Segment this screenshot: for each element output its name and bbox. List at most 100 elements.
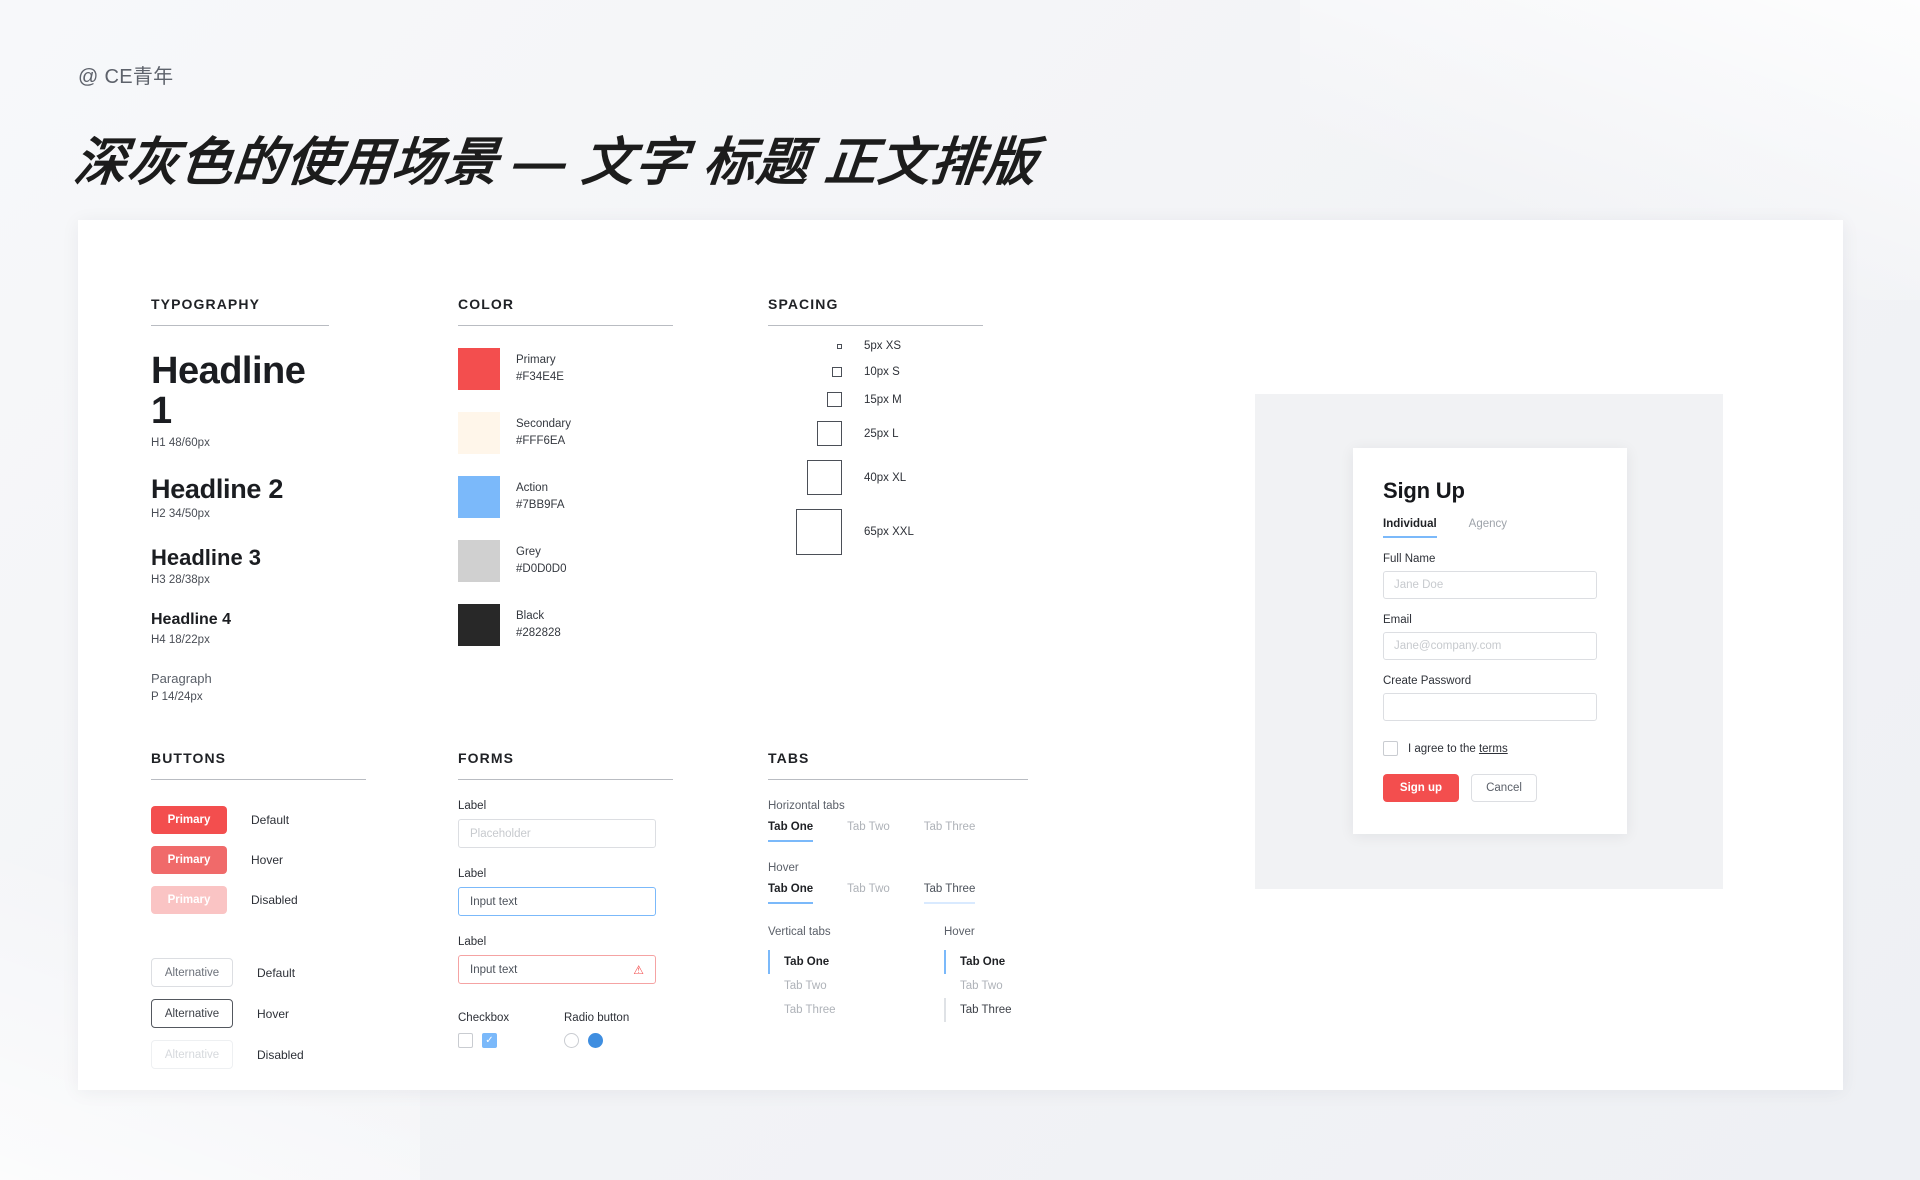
vtab-two-hover-group[interactable]: Tab Two xyxy=(944,974,1028,998)
color-hex: #D0D0D0 xyxy=(516,563,567,575)
color-swatch xyxy=(458,476,500,518)
vtab-one-hover-group[interactable]: Tab One xyxy=(944,950,1028,974)
primary-button-hover[interactable]: Primary xyxy=(151,846,227,874)
spacing-label: 15px M xyxy=(864,393,902,406)
spacing-box-wrap xyxy=(768,367,842,377)
signup-label-fullname: Full Name xyxy=(1383,553,1436,565)
tab-two[interactable]: Tab Two xyxy=(847,821,890,842)
signup-title: Sign Up xyxy=(1383,478,1465,503)
error-input[interactable]: Input text ⚠ xyxy=(458,955,656,984)
horizontal-tabs-hover-label: Hover xyxy=(768,862,799,874)
button-state-label: Disabled xyxy=(257,1047,304,1062)
spacing-row: 40px XL xyxy=(768,460,983,495)
color-name: Action xyxy=(516,481,548,494)
vtab-three[interactable]: Tab Three xyxy=(768,998,852,1022)
type-item-h1: Headline 1 H1 48/60px xyxy=(151,350,329,449)
color-hex: #FFF6EA xyxy=(516,435,566,447)
signup-input-fullname[interactable]: Jane Doe xyxy=(1383,571,1597,599)
radio-selected[interactable] xyxy=(588,1033,603,1048)
section-divider xyxy=(458,779,673,780)
form-group-error: Label Input text ⚠ xyxy=(458,936,673,984)
color-row: Secondary #FFF6EA xyxy=(458,412,673,454)
spacing-box xyxy=(807,460,842,495)
radio-unselected[interactable] xyxy=(564,1033,579,1048)
spacing-box xyxy=(817,421,842,446)
horizontal-tabs-hover: Tab One Tab Two Tab Three xyxy=(768,883,1028,904)
signup-tab-individual[interactable]: Individual xyxy=(1383,518,1437,538)
focused-input[interactable]: Input text xyxy=(458,887,656,916)
color-name: Secondary xyxy=(516,417,571,430)
button-row-alt-disabled: Alternative Disabled xyxy=(151,1040,366,1069)
signup-cancel-button[interactable]: Cancel xyxy=(1471,774,1537,802)
color-row: Black #282828 xyxy=(458,604,673,646)
terms-link[interactable]: terms xyxy=(1479,743,1508,755)
type-spec: H4 18/22px xyxy=(151,634,210,647)
type-spec: H3 28/38px xyxy=(151,574,210,587)
color-name: Grey xyxy=(516,545,541,558)
color-swatch xyxy=(458,540,500,582)
vtab-three-hovered[interactable]: Tab Three xyxy=(944,998,1028,1022)
signup-card: Sign Up Individual Agency Full Name Jane… xyxy=(1353,448,1627,834)
signup-submit-button[interactable]: Sign up xyxy=(1383,774,1459,802)
type-spec: H1 48/60px xyxy=(151,436,210,449)
alternative-button-disabled: Alternative xyxy=(151,1040,233,1069)
spacing-label: 65px XXL xyxy=(864,526,914,538)
tab-three-hovered[interactable]: Tab Three xyxy=(923,883,976,904)
type-spec: H2 34/50px xyxy=(151,508,210,521)
primary-button-default[interactable]: Primary xyxy=(151,806,227,834)
button-state-label: Default xyxy=(257,965,296,980)
buttons-section-title: BUTTONS xyxy=(151,750,227,766)
spacing-row: 15px M xyxy=(768,392,983,407)
button-row-primary-default: Primary Default xyxy=(151,806,366,834)
vtab-one[interactable]: Tab One xyxy=(768,950,852,974)
form-group-focus: Label Input text xyxy=(458,868,673,916)
radio-group: Radio button xyxy=(564,1012,670,1048)
tab-one-hover-group[interactable]: Tab One xyxy=(768,883,814,904)
type-item-h2: Headline 2 H2 34/50px xyxy=(151,474,329,521)
button-row-alt-hover: Alternative Hover xyxy=(151,999,366,1028)
checkbox-unchecked[interactable] xyxy=(458,1033,473,1048)
alternative-button-default[interactable]: Alternative xyxy=(151,958,233,987)
tab-one[interactable]: Tab One xyxy=(768,821,814,842)
signup-input-password[interactable] xyxy=(1383,693,1597,721)
color-hex: #7BB9FA xyxy=(516,499,565,511)
section-divider xyxy=(768,779,1028,780)
spacing-box xyxy=(827,392,842,407)
typography-section-title: TYPOGRAPHY xyxy=(151,296,261,312)
signup-actions: Sign up Cancel xyxy=(1383,774,1597,802)
spacing-section: SPACING 5px XS 10px S 15px M 25px L 40px… xyxy=(768,296,983,555)
tab-three[interactable]: Tab Three xyxy=(924,821,976,842)
checkbox-group: Checkbox ✓ xyxy=(458,1012,564,1048)
tab-two-hover-group[interactable]: Tab Two xyxy=(847,883,890,904)
form-label: Label xyxy=(458,800,487,812)
type-item-h4: Headline 4 H4 18/22px xyxy=(151,611,329,647)
placeholder-input[interactable]: Placeholder xyxy=(458,819,656,848)
checkbox-checked[interactable]: ✓ xyxy=(482,1033,497,1048)
spacing-row: 25px L xyxy=(768,421,983,446)
color-swatch xyxy=(458,412,500,454)
forms-section: FORMS Label Placeholder Label Input text… xyxy=(458,750,673,1048)
vertical-tabs-label: Vertical tabs xyxy=(768,926,831,938)
spacing-box-wrap xyxy=(768,343,842,349)
primary-button-disabled: Primary xyxy=(151,886,227,914)
form-group-placeholder: Label Placeholder xyxy=(458,800,673,848)
type-item-h3: Headline 3 H3 28/38px xyxy=(151,546,329,586)
spacing-box-wrap xyxy=(768,392,842,407)
type-sample: Headline 1 xyxy=(151,350,306,432)
color-meta: Action #7BB9FA xyxy=(516,480,565,515)
typography-section: TYPOGRAPHY Headline 1 H1 48/60px Headlin… xyxy=(151,296,329,703)
type-sample: Headline 4 xyxy=(151,611,232,629)
color-hex: #F34E4E xyxy=(516,371,564,383)
style-guide-page: @ CE青年 深灰色的使用场景 — 文字 标题 正文排版 TYPOGRAPHY … xyxy=(0,0,1920,1180)
signup-terms-checkbox[interactable] xyxy=(1383,741,1398,756)
signup-input-email[interactable]: Jane@company.com xyxy=(1383,632,1597,660)
vtab-two[interactable]: Tab Two xyxy=(768,974,852,998)
signup-tab-agency[interactable]: Agency xyxy=(1469,518,1507,538)
spacing-label: 25px L xyxy=(864,427,899,440)
forms-section-title: FORMS xyxy=(458,750,515,766)
alternative-button-hover[interactable]: Alternative xyxy=(151,999,233,1028)
spacing-box xyxy=(832,367,842,377)
spacing-label: 5px XS xyxy=(864,340,902,352)
tabs-section: TABS Horizontal tabs Tab One Tab Two Tab… xyxy=(768,750,1028,1022)
button-state-label: Hover xyxy=(251,853,284,867)
